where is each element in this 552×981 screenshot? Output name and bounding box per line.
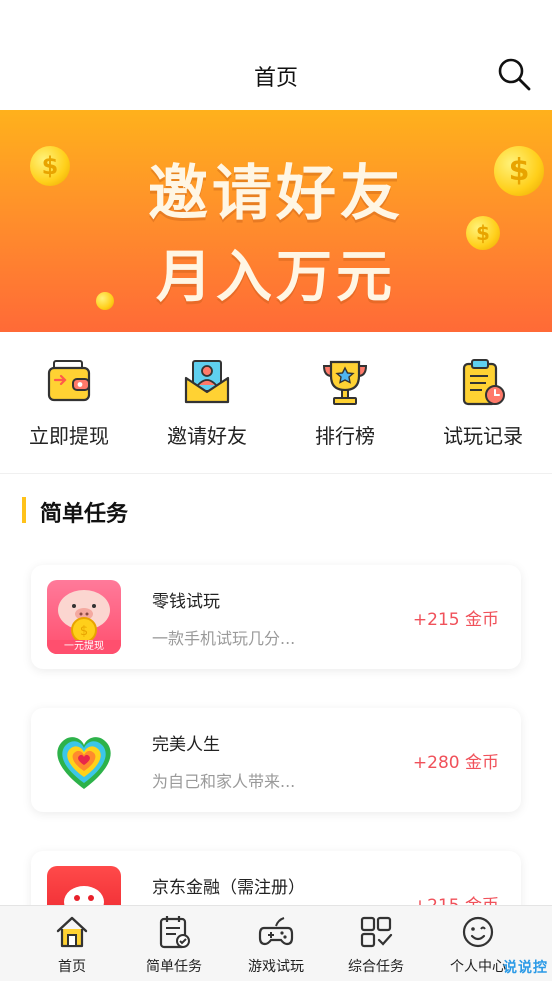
task-title: 零钱试玩 (152, 592, 220, 612)
task-card[interactable]: $ 一元提现 零钱试玩 一款手机试玩几分... +215 金币 (31, 565, 521, 669)
watermark: 说说控 (503, 960, 548, 976)
task-description: 一款手机试玩几分... (152, 629, 296, 648)
gamepad-icon (258, 917, 294, 946)
clipboard-clock-icon (462, 359, 505, 406)
tab-label: 首页 (58, 959, 86, 975)
quick-action-label: 试玩记录 (443, 424, 523, 448)
tab-game-trial[interactable]: 游戏试玩 (224, 914, 328, 976)
thumb-caption: 一元提现 (47, 640, 121, 654)
home-icon (56, 916, 88, 948)
wallet-icon (47, 360, 91, 402)
quick-action-withdraw[interactable]: 立即提现 (0, 358, 138, 449)
bottom-tab-bar: 首页 简单任务 游戏试玩 综合任务 个人中心 说说控 (0, 905, 552, 981)
banner-subheadline: 月入万元 (156, 245, 396, 310)
quick-actions: 立即提现 邀请好友 排行榜 试玩记录 (0, 332, 552, 474)
grid-check-icon (360, 916, 393, 948)
quick-action-leaderboard[interactable]: 排行榜 (276, 358, 414, 449)
tab-label: 游戏试玩 (248, 959, 304, 975)
smiley-icon (462, 916, 494, 948)
task-list-icon (159, 916, 190, 949)
heart-illustration (57, 737, 111, 789)
quick-action-label: 立即提现 (29, 424, 109, 448)
piggy-bank-icon: $ 一元提现 (47, 580, 121, 654)
task-description: 为自己和家人带来... (152, 772, 296, 791)
invite-envelope-icon (184, 360, 230, 404)
top-header: 首页 (0, 0, 552, 110)
quick-action-invite[interactable]: 邀请好友 (138, 358, 276, 449)
page-title: 首页 (253, 66, 298, 91)
quick-action-label: 排行榜 (315, 424, 375, 448)
svg-text:$: $ (80, 624, 88, 639)
task-reward: +280 金币 (412, 753, 499, 773)
task-card[interactable]: 完美人生 为自己和家人带来... +280 金币 (31, 708, 521, 812)
tab-combined-tasks[interactable]: 综合任务 (324, 914, 428, 976)
tab-simple-tasks[interactable]: 简单任务 (122, 914, 226, 976)
task-title: 京东金融（需注册） (152, 878, 305, 898)
invite-banner[interactable]: $ $ $ 邀请好友 月入万元 (0, 110, 552, 332)
task-reward: +215 金币 (412, 610, 499, 630)
tab-label: 综合任务 (348, 959, 404, 975)
rainbow-heart-icon (47, 723, 121, 797)
banner-headline: 邀请好友 (148, 159, 404, 229)
section-title: 简单任务 (40, 502, 129, 527)
task-title: 完美人生 (152, 735, 220, 755)
search-button[interactable] (496, 56, 532, 92)
trophy-icon (322, 360, 368, 405)
section-accent-bar (22, 497, 26, 523)
tab-label: 简单任务 (146, 959, 202, 975)
quick-action-label: 邀请好友 (167, 424, 247, 448)
tab-home[interactable]: 首页 (20, 914, 124, 976)
quick-action-play-history[interactable]: 试玩记录 (414, 358, 552, 449)
search-icon (498, 58, 531, 91)
